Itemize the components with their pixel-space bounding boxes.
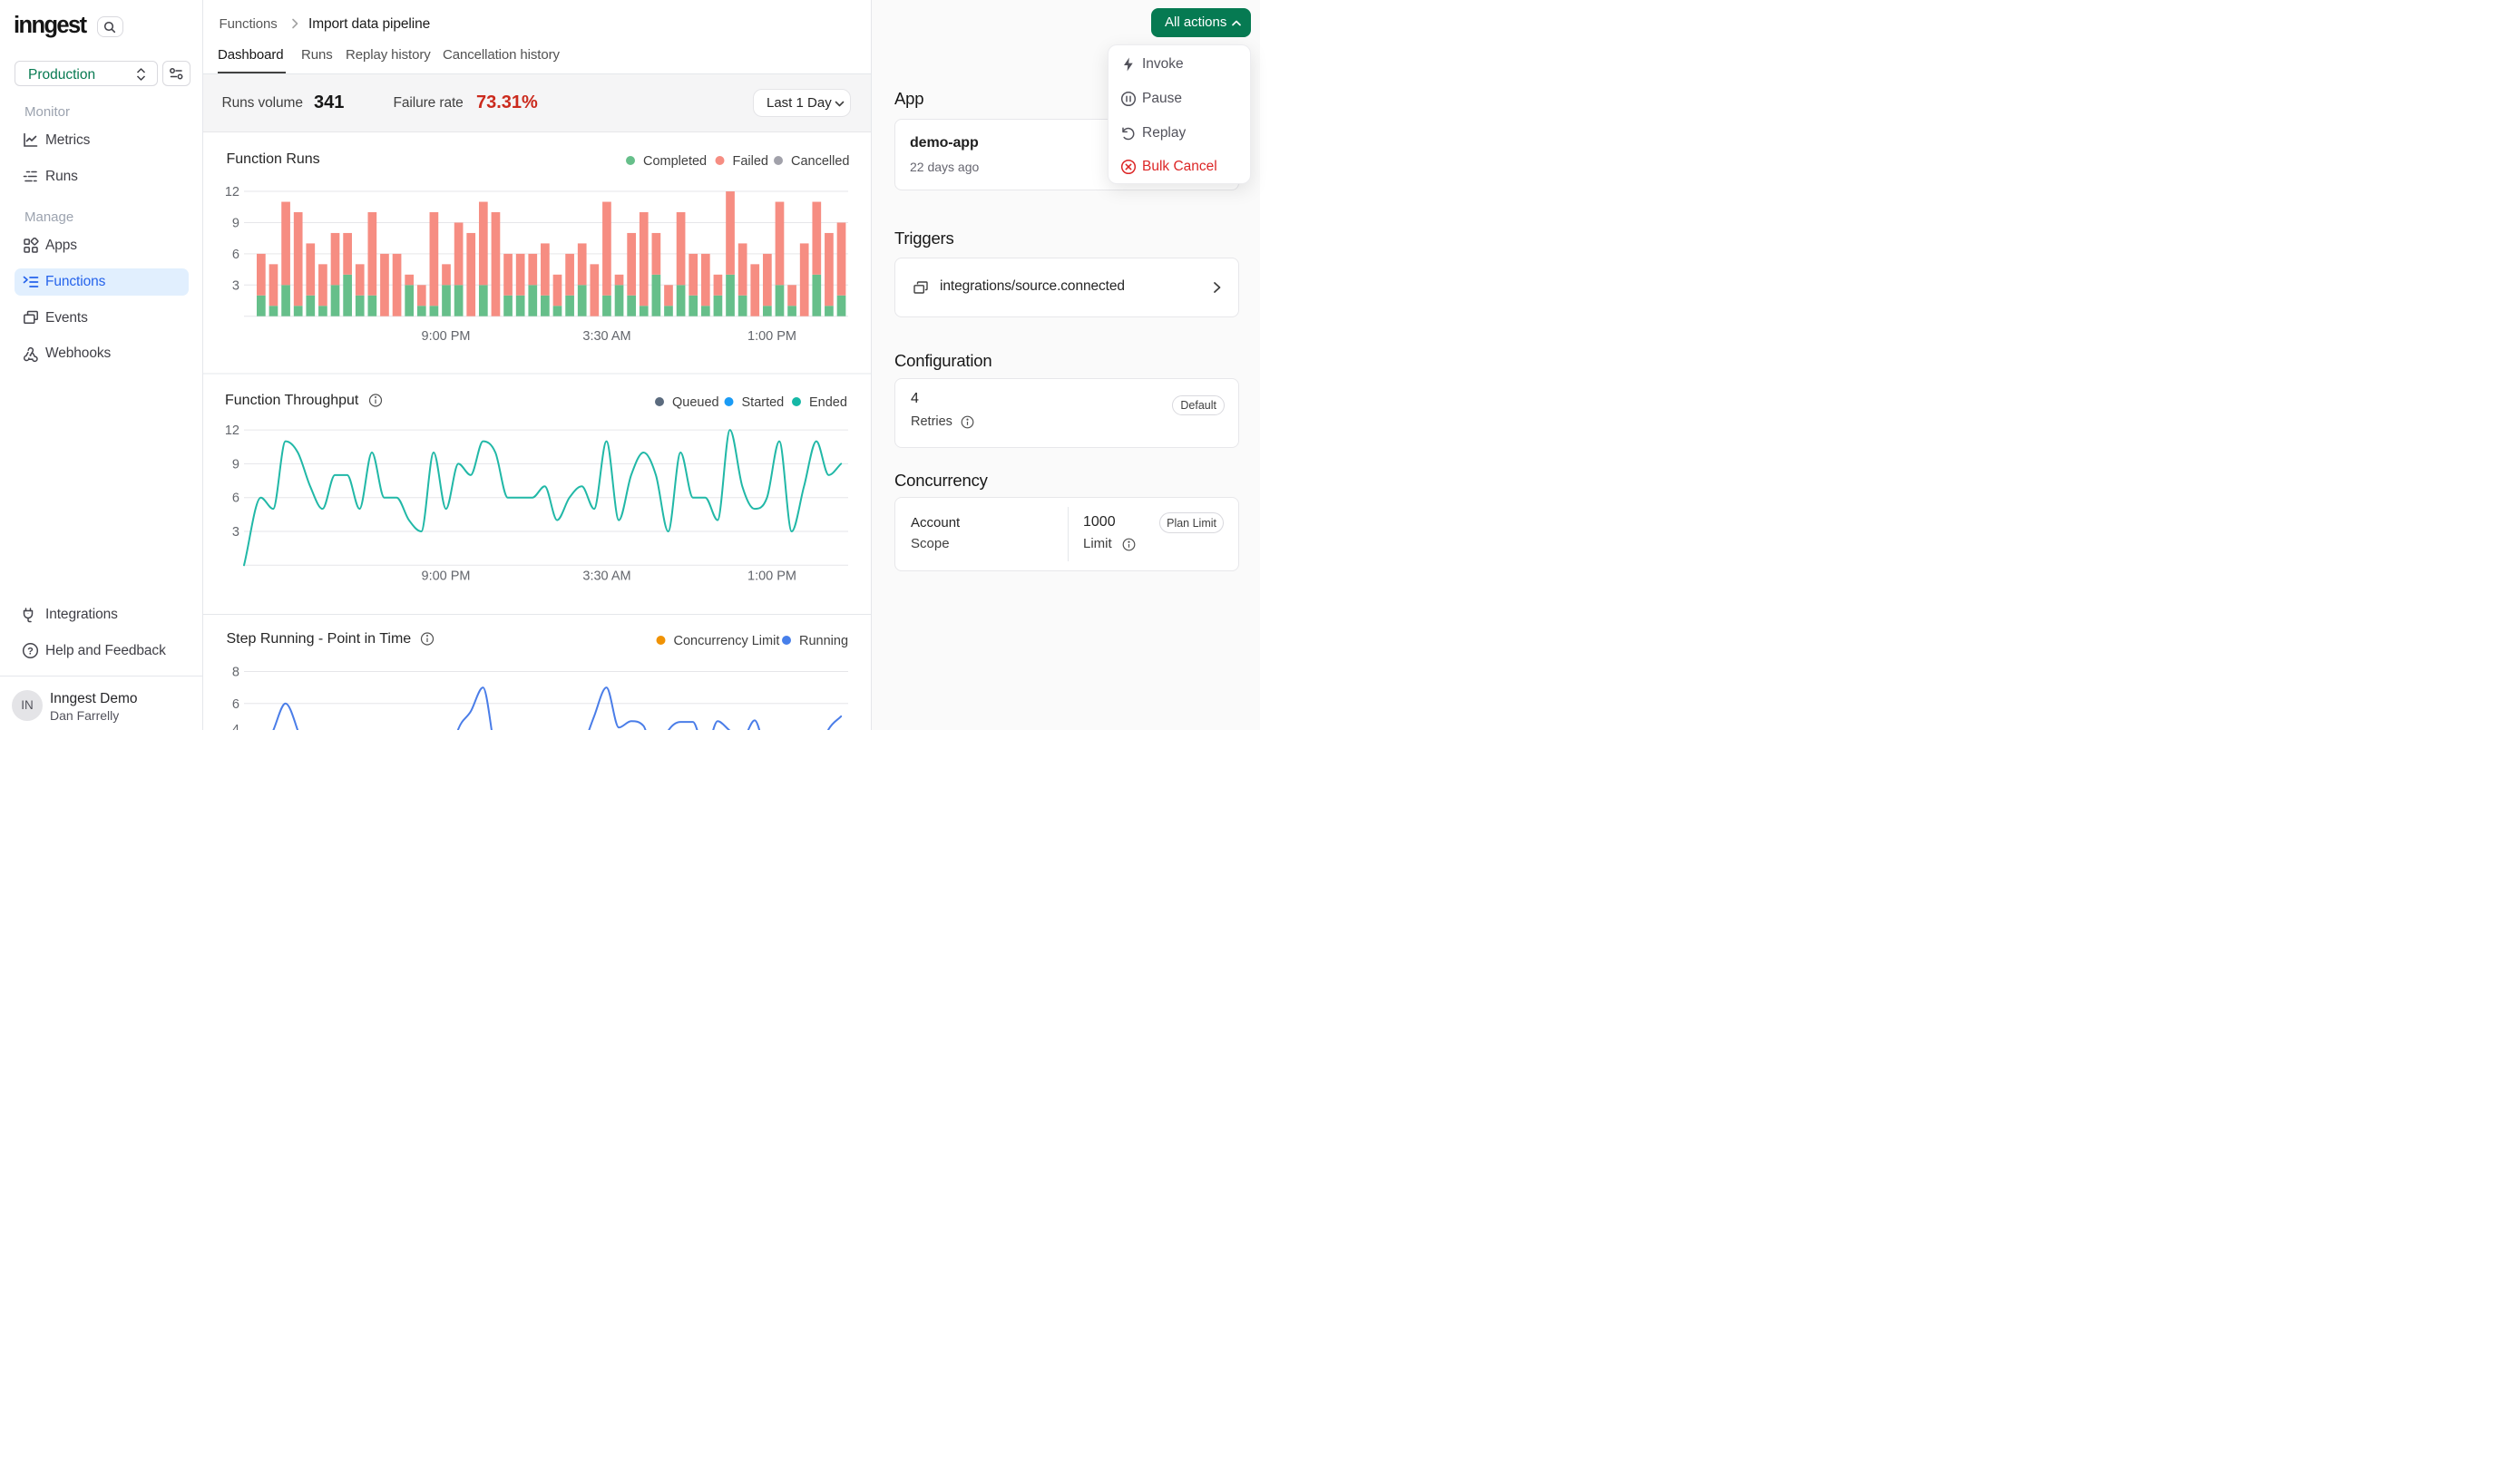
svg-text:6: 6 [232,492,239,506]
svg-text:3:30 AM: 3:30 AM [582,329,630,344]
svg-text:6: 6 [232,697,239,712]
svg-text:12: 12 [225,185,239,200]
svg-text:?: ? [27,646,34,657]
svg-text:8: 8 [232,666,239,680]
svg-text:9: 9 [232,457,239,472]
svg-text:1:00 PM: 1:00 PM [747,329,796,344]
svg-text:3: 3 [232,525,239,540]
svg-text:3: 3 [232,278,239,293]
svg-text:9:00 PM: 9:00 PM [422,569,471,584]
svg-text:3:30 AM: 3:30 AM [582,569,630,584]
svg-text:4: 4 [232,723,239,730]
svg-text:1:00 PM: 1:00 PM [747,569,796,584]
svg-text:6: 6 [232,248,239,262]
svg-text:9: 9 [232,216,239,230]
svg-text:12: 12 [225,423,239,438]
svg-text:9:00 PM: 9:00 PM [422,329,471,344]
